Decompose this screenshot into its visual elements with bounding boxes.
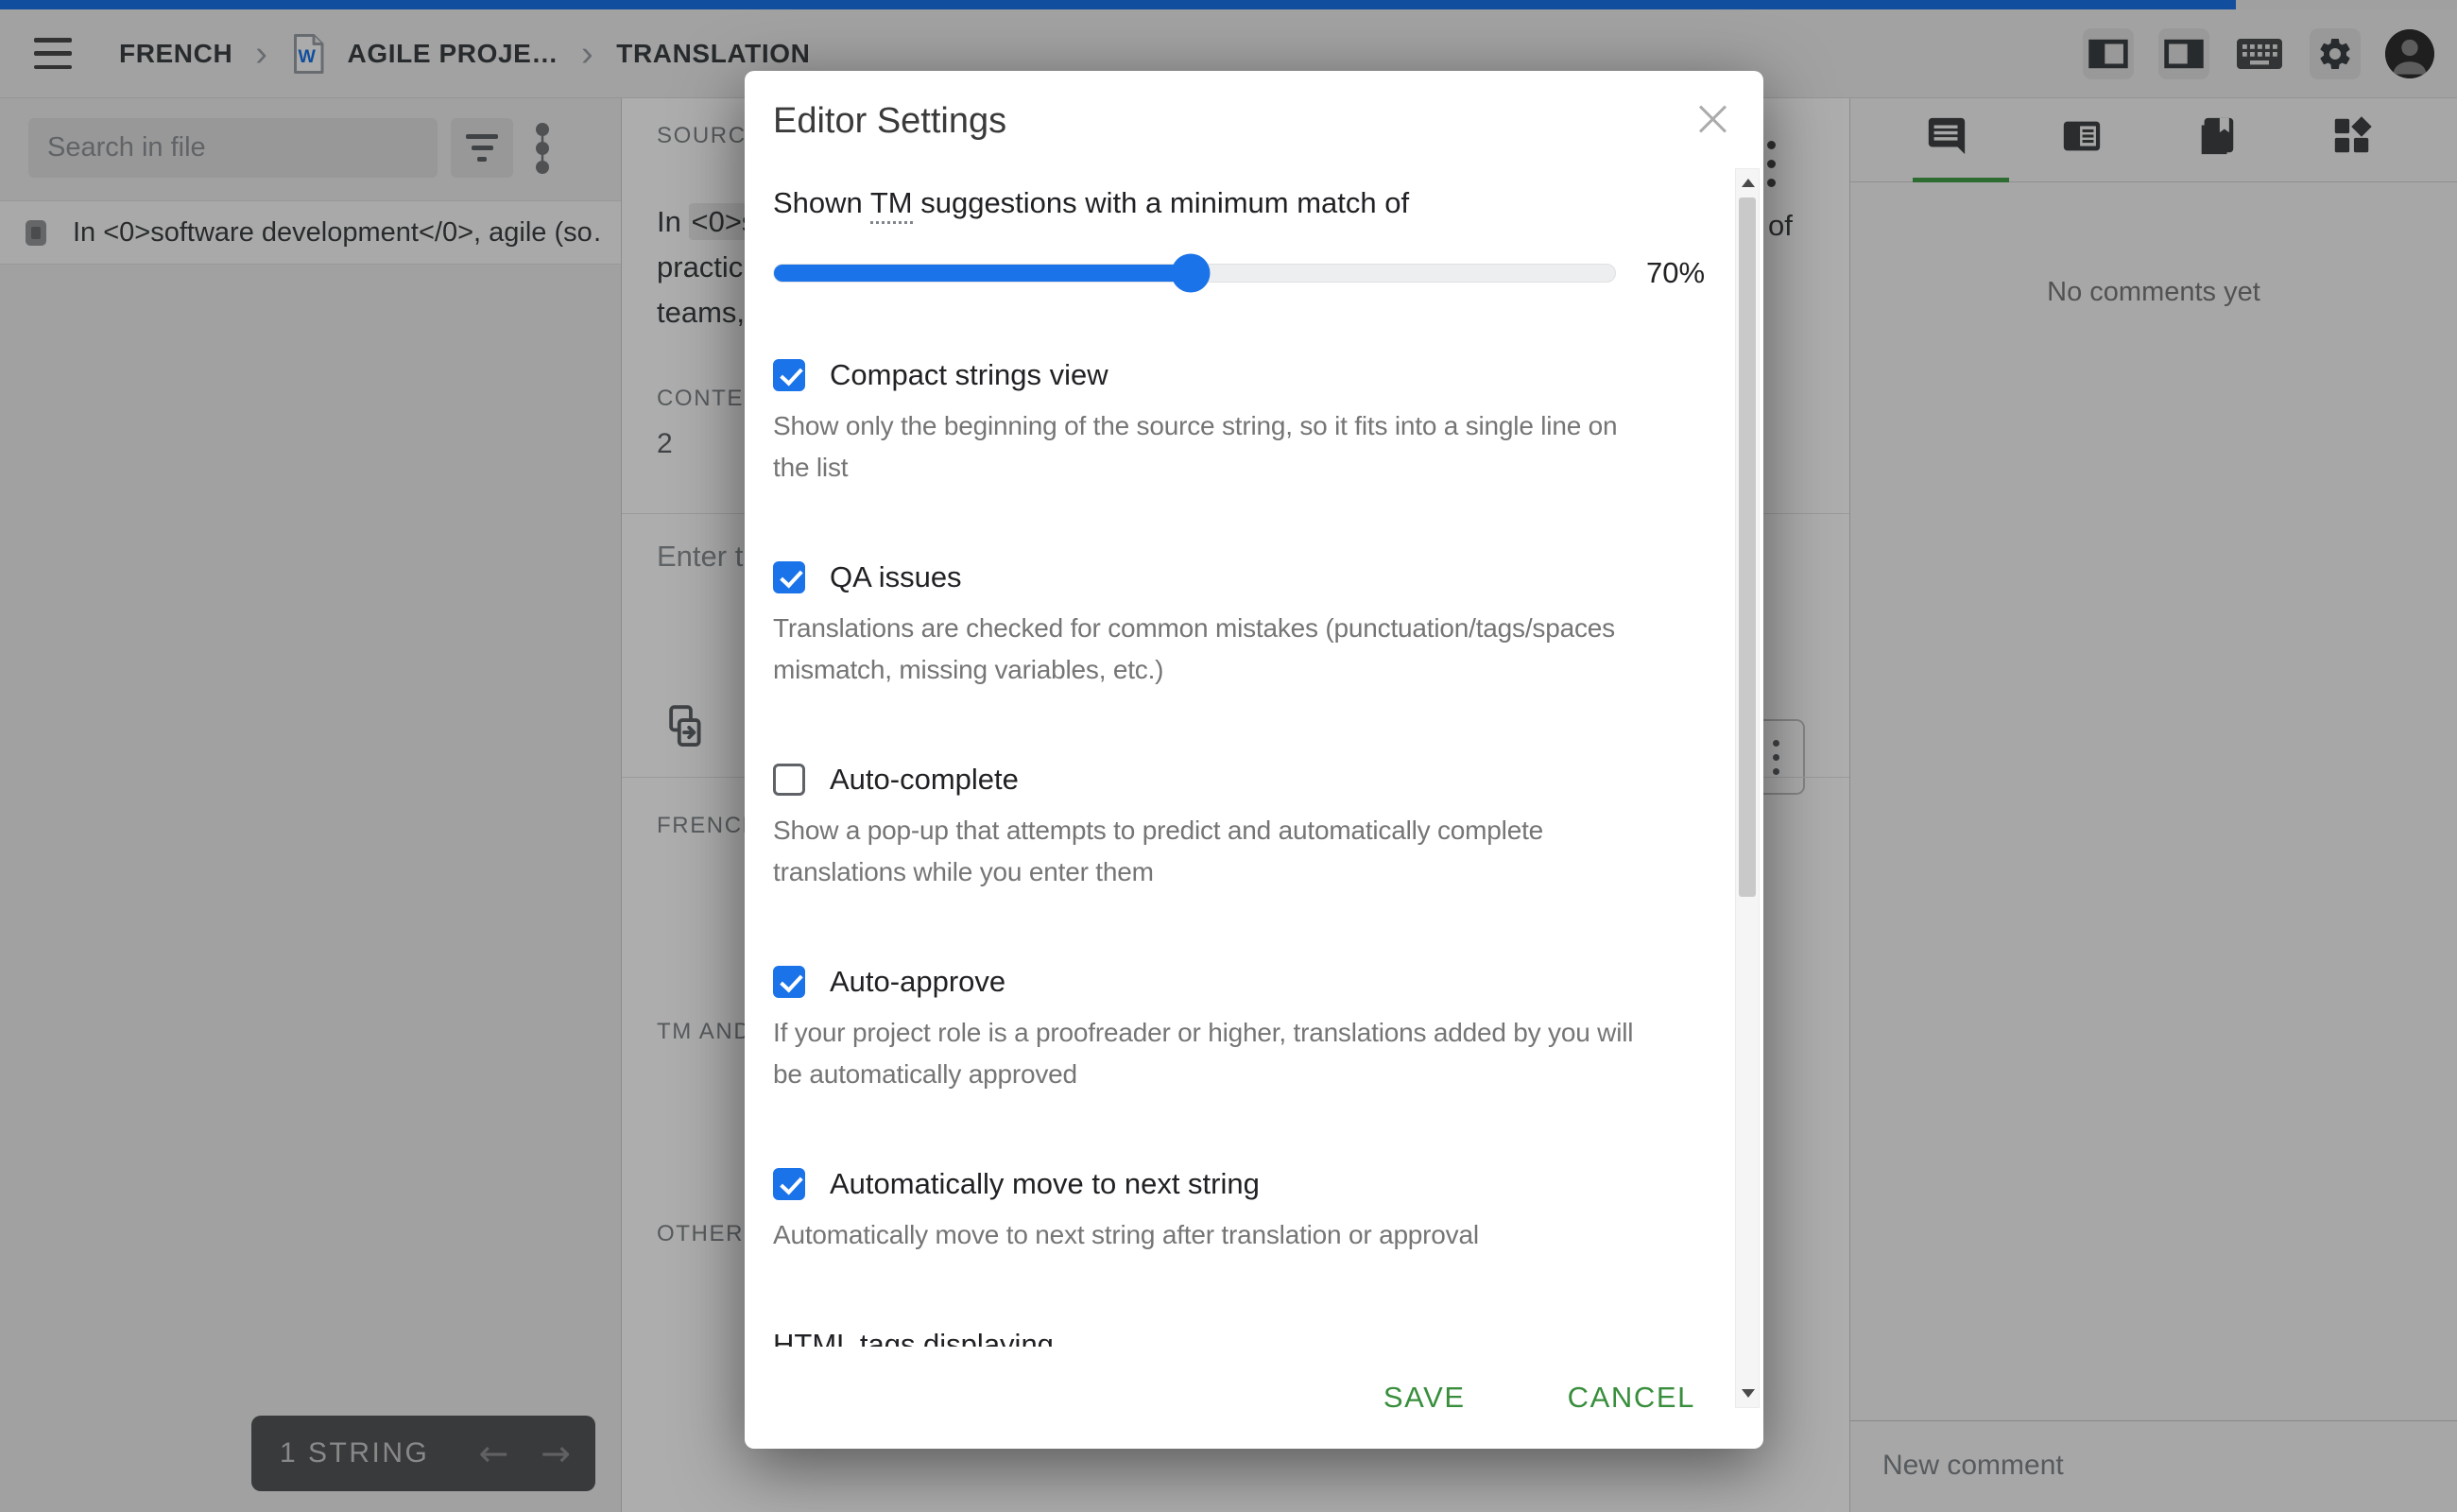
auto-complete-checkbox[interactable] [773, 764, 805, 796]
setting-auto-complete: Auto-complete Show a pop-up that attempt… [773, 763, 1650, 893]
html-tags-heading: HTML tags displaying [773, 1328, 1650, 1347]
editor-settings-dialog: Editor Settings Shown TM suggestions wit… [745, 71, 1763, 1449]
setting-description: Automatically move to next string after … [773, 1214, 1650, 1256]
setting-label[interactable]: QA issues [830, 560, 962, 594]
scroll-up-arrow-icon[interactable] [1742, 179, 1755, 187]
setting-label[interactable]: Auto-approve [830, 965, 1005, 999]
setting-label[interactable]: Compact strings view [830, 358, 1108, 392]
setting-description: Show only the beginning of the source st… [773, 405, 1650, 489]
tm-match-value: 70% [1646, 256, 1705, 290]
save-button[interactable]: SAVE [1378, 1380, 1471, 1416]
compact-strings-view-checkbox[interactable] [773, 359, 805, 391]
setting-description: Show a pop-up that attempts to predict a… [773, 810, 1650, 893]
qa-issues-checkbox[interactable] [773, 561, 805, 593]
setting-description: Translations are checked for common mist… [773, 608, 1650, 691]
tm-abbreviation: TM [870, 186, 913, 224]
setting-compact-strings-view: Compact strings view Show only the begin… [773, 358, 1650, 489]
setting-label[interactable]: Auto-complete [830, 763, 1019, 797]
dialog-footer: SAVE CANCEL [745, 1347, 1763, 1449]
tm-match-slider-label: Shown TM suggestions with a minimum matc… [773, 186, 1650, 220]
dialog-scrollbar[interactable] [1735, 168, 1760, 1408]
auto-move-next-checkbox[interactable] [773, 1168, 805, 1200]
setting-auto-approve: Auto-approve If your project role is a p… [773, 965, 1650, 1095]
setting-label[interactable]: Automatically move to next string [830, 1167, 1260, 1201]
auto-approve-checkbox[interactable] [773, 966, 805, 998]
dialog-body: Shown TM suggestions with a minimum matc… [745, 165, 1763, 1347]
tm-match-slider[interactable] [773, 264, 1616, 283]
slider-handle[interactable] [1171, 254, 1210, 293]
dialog-title: Editor Settings [773, 101, 1006, 142]
cancel-button[interactable]: CANCEL [1562, 1380, 1701, 1416]
setting-auto-move-next: Automatically move to next string Automa… [773, 1167, 1650, 1256]
close-icon[interactable] [1695, 101, 1731, 137]
slider-fill [774, 265, 1191, 282]
setting-qa-issues: QA issues Translations are checked for c… [773, 560, 1650, 691]
setting-description: If your project role is a proofreader or… [773, 1012, 1650, 1095]
scrollbar-thumb[interactable] [1739, 198, 1756, 897]
